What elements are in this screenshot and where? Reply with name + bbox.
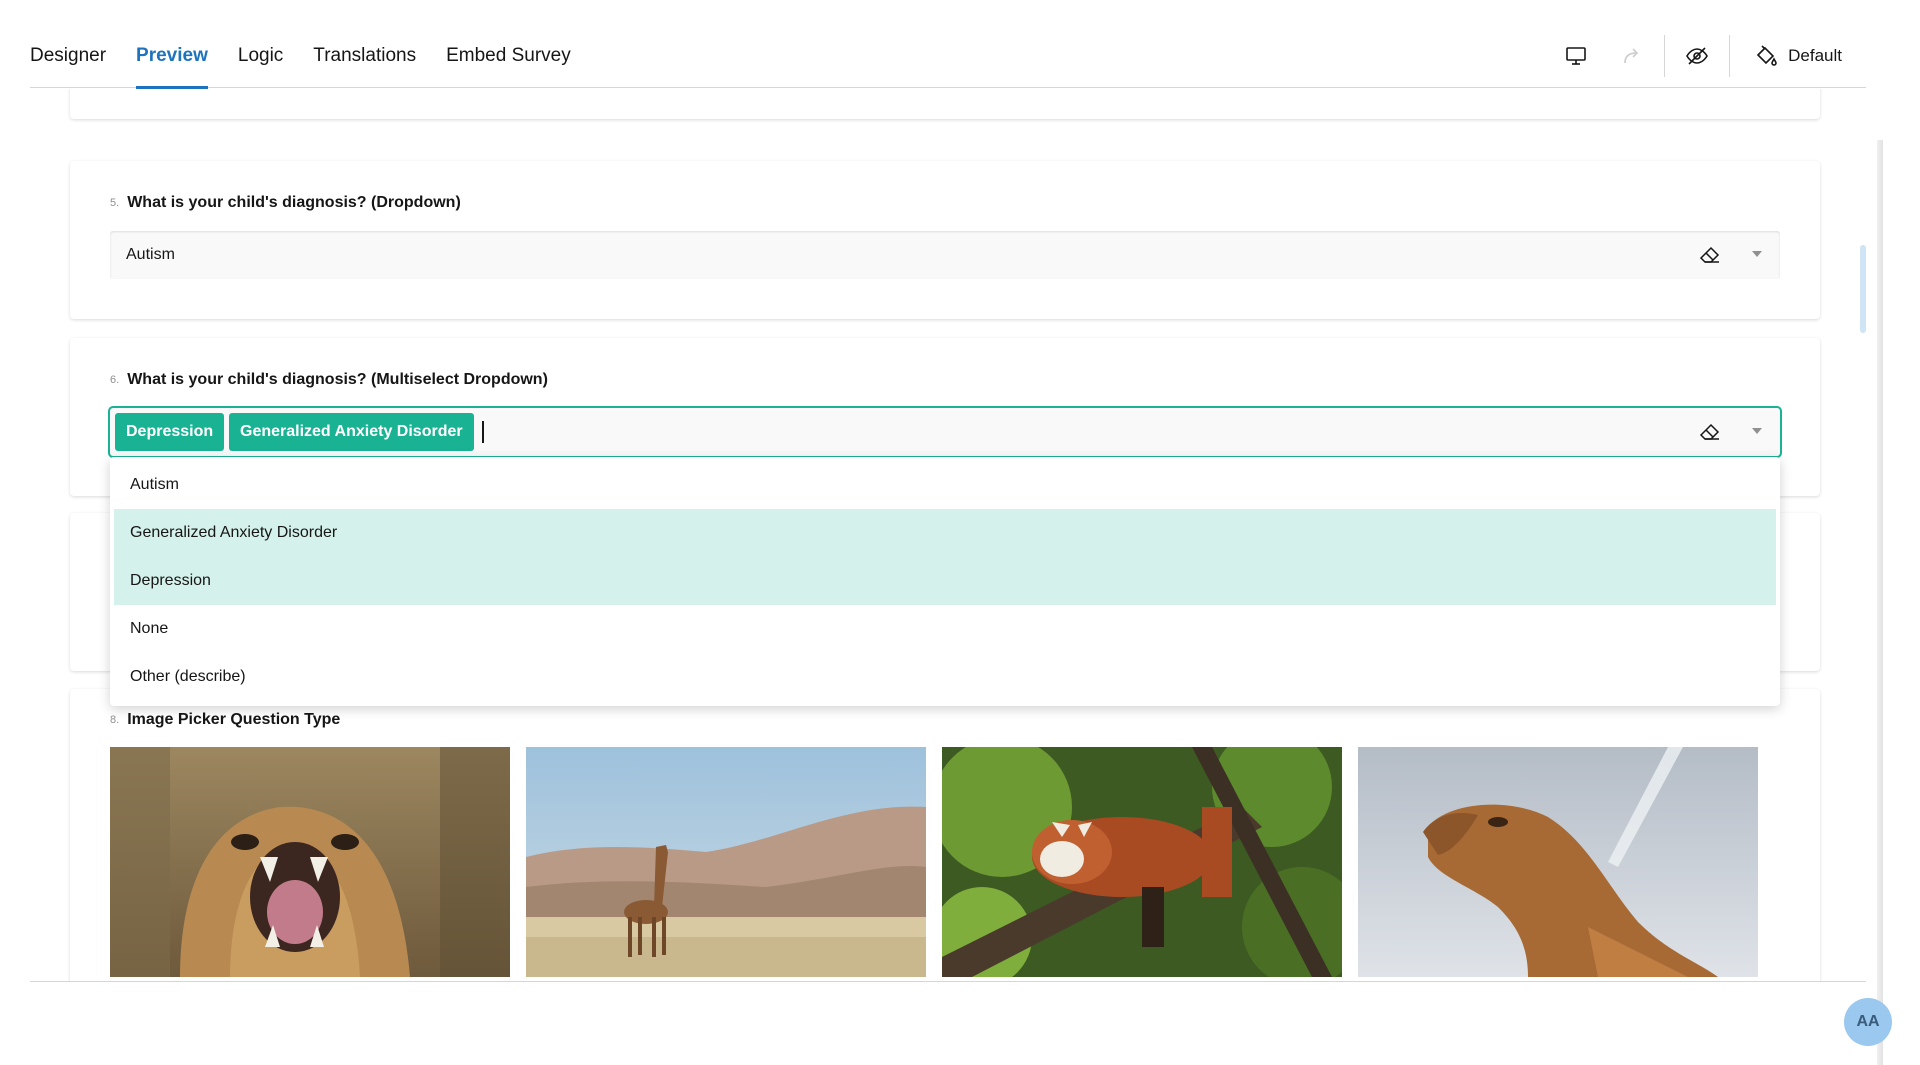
question-text: Image Picker Question Type <box>127 711 341 728</box>
theme-button[interactable]: Default <box>1734 30 1866 82</box>
scrollbar-thumb[interactable] <box>1860 245 1866 333</box>
dropdown-value: Autism <box>126 246 175 263</box>
tab-designer[interactable]: Designer <box>30 0 106 88</box>
selected-chip-generalized-anxiety-disorder[interactable]: Generalized Anxiety Disorder <box>229 413 474 451</box>
tab-logic[interactable]: Logic <box>238 0 283 88</box>
theme-label: Default <box>1788 46 1842 65</box>
accessibility-label: AA <box>1856 1013 1880 1030</box>
question-title: 5. What is your child's diagnosis? (Dropd… <box>110 194 461 212</box>
selected-chip-depression[interactable]: Depression <box>115 413 225 451</box>
option-none[interactable]: None <box>114 605 1776 653</box>
top-bar: Designer Preview Logic Translations Embe… <box>30 0 1866 89</box>
toolbar-divider <box>1664 35 1666 77</box>
question-text: What is your child's diagnosis? (Multise… <box>127 371 548 388</box>
diagnosis-dropdown[interactable]: Autism <box>110 231 1780 279</box>
tab-embed-survey[interactable]: Embed Survey <box>446 0 571 88</box>
option-autism[interactable]: Autism <box>114 461 1776 509</box>
question-panel-8: 8. Image Picker Question Type <box>70 689 1820 981</box>
image-picker-choices <box>110 747 1774 977</box>
option-other-describe[interactable]: Other (describe) <box>114 653 1776 701</box>
chevron-down-icon[interactable] <box>1752 251 1762 257</box>
toolbar-divider <box>1729 35 1731 77</box>
tab-preview[interactable]: Preview <box>136 0 208 89</box>
image-choice-camel[interactable] <box>1358 747 1758 977</box>
accessibility-button[interactable]: AA <box>1844 998 1892 1046</box>
question-number: 5. <box>110 197 120 209</box>
diagnosis-multiselect-dropdown[interactable]: Depression Generalized Anxiety Disorder <box>110 408 1780 456</box>
option-depression[interactable]: Depression <box>114 557 1776 605</box>
chevron-down-icon[interactable] <box>1752 428 1762 434</box>
giraffe-image <box>526 747 926 977</box>
toolbar: Default <box>1548 30 1866 82</box>
option-generalized-anxiety-disorder[interactable]: Generalized Anxiety Disorder <box>114 509 1776 557</box>
redo-icon <box>1624 48 1639 64</box>
lion-image <box>110 747 510 977</box>
question-number: 8. <box>110 714 120 726</box>
eraser-icon[interactable] <box>1698 420 1722 444</box>
image-choice-giraffe[interactable] <box>526 747 926 977</box>
redo-button[interactable] <box>1604 30 1660 82</box>
image-choice-lion[interactable] <box>110 747 510 977</box>
camel-image <box>1358 747 1758 977</box>
question-panel-5: 5. What is your child's diagnosis? (Dropd… <box>70 161 1820 319</box>
question-text: What is your child's diagnosis? (Dropdow… <box>127 194 461 211</box>
survey-preview-area: 5. What is your child's diagnosis? (Dropd… <box>0 89 1920 981</box>
red-panda-image <box>942 747 1342 977</box>
monitor-icon <box>1566 47 1586 65</box>
question-title: 6. What is your child's diagnosis? (Multi… <box>110 371 548 389</box>
image-choice-red-panda[interactable] <box>942 747 1342 977</box>
multiselect-options-popup: Autism Generalized Anxiety Disorder Depr… <box>110 457 1780 706</box>
eraser-icon[interactable] <box>1698 243 1722 267</box>
eye-off-icon <box>1686 47 1709 65</box>
show-invisible-button[interactable] <box>1669 30 1725 82</box>
question-title: 8. Image Picker Question Type <box>110 711 340 729</box>
paint-bucket-icon <box>1756 45 1777 66</box>
question-panel-4 <box>70 89 1820 119</box>
tab-bar: Designer Preview Logic Translations Embe… <box>30 0 601 89</box>
device-button[interactable] <box>1548 30 1604 82</box>
text-caret <box>482 421 484 443</box>
bottom-divider <box>30 981 1866 982</box>
tab-translations[interactable]: Translations <box>313 0 416 88</box>
question-number: 6. <box>110 374 120 386</box>
window-edge <box>1877 140 1883 1065</box>
